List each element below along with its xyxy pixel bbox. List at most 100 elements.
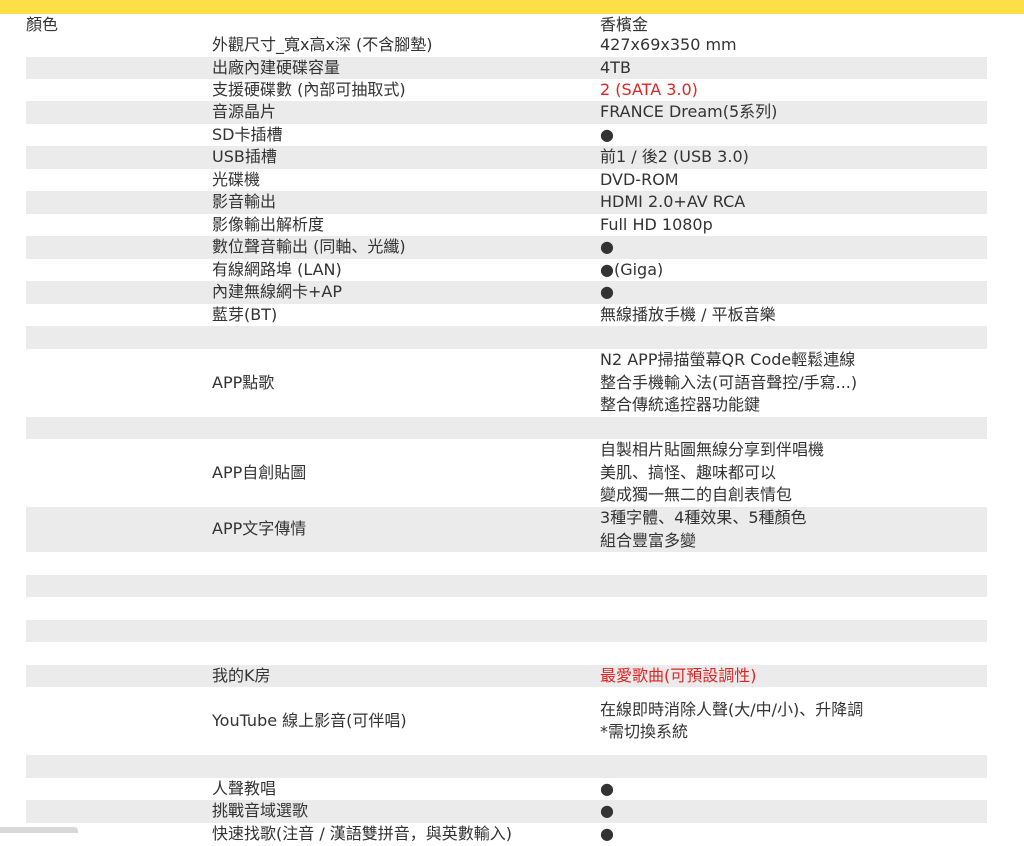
spec-name: USB插槽 <box>212 147 277 167</box>
spec-name: 出廠內建硬碟容量 <box>212 58 341 77</box>
spec-value-line: ● <box>600 779 614 798</box>
spec-value-line: ● <box>600 824 614 843</box>
spec-value: 427x69x350 mm <box>600 34 737 57</box>
spec-value-line: 427x69x350 mm <box>600 35 737 55</box>
spec-row: YouTube 線上影音(可伴唱) 在線即時消除人聲(大/中/小)、升降調 *需切換… <box>26 687 987 755</box>
spec-value-line: 組合豐富多變 <box>600 530 697 550</box>
spec-row: APP自創貼圖 自製相片貼圖無線分享到伴唱機 美肌、搞怪、趣味都可以 變成獨一無二的自… <box>26 439 987 507</box>
spec-name: 數位聲音輸出 (同軸、光纖) <box>212 237 406 257</box>
spec-name: 內建無線網卡+AP <box>212 282 343 302</box>
spec-row: 藍芽(BT) 無線播放手機 / 平板音樂 <box>26 304 987 326</box>
spec-name: 影音輸出 <box>212 192 277 212</box>
spec-value: 無線播放手機 / 平板音樂 <box>600 304 776 327</box>
spec-value-line: 2 (SATA 3.0) <box>600 80 698 99</box>
spec-value: ● <box>600 800 614 823</box>
spec-name: 人聲教唱 <box>212 779 277 798</box>
spec-row: USB插槽 前1 / 後2 (USB 3.0) <box>26 146 987 169</box>
spec-name: 支援硬碟數 (內部可抽取式) <box>212 80 406 99</box>
spec-value: 在線即時消除人聲(大/中/小)、升降調 *需切換系統 <box>600 699 863 744</box>
spec-row: 影音輸出 HDMI 2.0+AV RCA <box>26 191 987 214</box>
spec-value: 3種字體、4種效果、5種顏色 組合豐富多變 <box>600 507 807 552</box>
spec-value-line: *需切換系統 <box>600 722 689 741</box>
spec-name: 藍芽(BT) <box>212 305 278 324</box>
spec-name: 光碟機 <box>212 170 261 189</box>
spec-value-line: ●(Giga) <box>600 260 664 279</box>
spec-value-line: 美肌、搞怪、趣味都可以 <box>600 462 777 482</box>
spec-name: 影像輸出解析度 <box>212 215 325 234</box>
spec-value-line: 整合傳統遙控器功能鍵 <box>600 395 761 415</box>
spec-name: APP點歌 <box>212 372 275 392</box>
spec-row: 數位聲音輸出 (同軸、光纖) ● <box>26 236 987 259</box>
spec-value-line: 3種字體、4種效果、5種顏色 <box>600 508 807 527</box>
spec-value-line: 整合手機輸入法(可語音聲控/手寫...) <box>600 372 858 392</box>
spec-row: 有線網路埠 (LAN) ●(Giga) <box>26 259 987 281</box>
spec-name: 音源晶片 <box>212 102 277 122</box>
spec-value-line: ● <box>600 801 614 821</box>
spec-value: ●(Giga) <box>600 259 663 282</box>
spec-row: 音源晶片 FRANCE Dream(5系列) <box>26 101 987 124</box>
spec-row <box>26 642 987 665</box>
spec-value-line: FRANCE Dream(5系列) <box>600 102 778 122</box>
spec-row: 人聲教唱 ● <box>26 778 987 800</box>
spec-row: APP文字傳情 3種字體、4種效果、5種顏色 組合豐富多變 <box>26 507 987 552</box>
spec-value: N2 APP掃描螢幕QR Code輕鬆連線 整合手機輸入法(可語音聲控/手寫...… <box>600 349 857 417</box>
spec-value-line: DVD-ROM <box>600 170 679 189</box>
spec-name: APP自創貼圖 <box>212 462 307 482</box>
spec-value: DVD-ROM <box>600 169 679 192</box>
spec-row: 光碟機 DVD-ROM <box>26 169 987 191</box>
spec-value-line: N2 APP掃描螢幕QR Code輕鬆連線 <box>600 350 856 370</box>
spec-row: SD卡插槽 ● <box>26 124 987 146</box>
spec-row <box>26 620 987 642</box>
spec-value: FRANCE Dream(5系列) <box>600 101 777 124</box>
spec-value-line: 前1 / 後2 (USB 3.0) <box>600 147 749 167</box>
spec-value: ● <box>600 236 614 259</box>
spec-value: 最愛歌曲(可預設調性) <box>600 665 757 688</box>
spec-row: 出廠內建硬碟容量 4TB <box>26 57 987 79</box>
spec-row: 快速找歌(注音 / 漢語雙拼音，與英數輸入) ● <box>26 823 987 845</box>
spec-value-line: 無線播放手機 / 平板音樂 <box>600 305 776 324</box>
spec-value: 2 (SATA 3.0) <box>600 79 698 102</box>
spec-row: 顏色 香檳金 <box>26 14 987 34</box>
top-banner <box>0 0 1024 14</box>
spec-name: SD卡插槽 <box>212 125 283 144</box>
spec-value-line: Full HD 1080p <box>600 215 713 234</box>
spec-value: HDMI 2.0+AV RCA <box>600 191 745 214</box>
spec-value-line: ● <box>600 282 614 302</box>
spec-value: 自製相片貼圖無線分享到伴唱機 美肌、搞怪、趣味都可以 變成獨一無二的自創表情包 <box>600 439 824 507</box>
spec-name: 有線網路埠 (LAN) <box>212 260 342 279</box>
spec-row <box>26 755 987 778</box>
spec-value-line: 在線即時消除人聲(大/中/小)、升降調 <box>600 699 864 719</box>
spec-value: ● <box>600 823 614 846</box>
spec-name: 快速找歌(注音 / 漢語雙拼音，與英數輸入) <box>212 824 513 843</box>
spec-value-line: ● <box>600 125 614 144</box>
spec-value-line: 變成獨一無二的自創表情包 <box>600 485 793 505</box>
spec-row: 支援硬碟數 (內部可抽取式) 2 (SATA 3.0) <box>26 79 987 101</box>
spec-row: 內建無線網卡+AP ● <box>26 281 987 304</box>
spec-row: 挑戰音域選歌 ● <box>26 800 987 823</box>
spec-row <box>26 326 987 349</box>
spec-table: 顏色 香檳金 外觀尺寸_寬x高x深 (不含腳墊) 427x69x350 mm 出廠內建硬… <box>26 14 987 845</box>
spec-row <box>26 575 987 597</box>
value-cell-bg <box>600 14 987 34</box>
spec-value: 4TB <box>600 57 631 80</box>
spec-value: 前1 / 後2 (USB 3.0) <box>600 146 749 169</box>
horizontal-scrollbar[interactable] <box>0 827 78 833</box>
spec-value: ● <box>600 281 614 304</box>
spec-value-line: 最愛歌曲(可預設調性) <box>600 666 757 685</box>
spec-row <box>26 597 987 620</box>
spec-row: 外觀尺寸_寬x高x深 (不含腳墊) 427x69x350 mm <box>26 34 987 57</box>
spec-name: YouTube 線上影音(可伴唱) <box>212 710 407 730</box>
spec-row: APP點歌 N2 APP掃描螢幕QR Code輕鬆連線 整合手機輸入法(可語音聲控/… <box>26 349 987 417</box>
spec-row <box>26 417 987 439</box>
spec-value: ● <box>600 124 614 147</box>
spec-value-line: HDMI 2.0+AV RCA <box>600 192 746 212</box>
spec-row <box>26 552 987 575</box>
spec-row: 我的K房 最愛歌曲(可預設調性) <box>26 665 987 687</box>
spec-name: 我的K房 <box>212 666 271 685</box>
spec-row: 影像輸出解析度 Full HD 1080p <box>26 214 987 236</box>
spec-value: Full HD 1080p <box>600 214 713 237</box>
spec-value-line: 自製相片貼圖無線分享到伴唱機 <box>600 440 825 460</box>
spec-name: 外觀尺寸_寬x高x深 (不含腳墊) <box>212 35 433 55</box>
spec-value-line: 4TB <box>600 58 631 77</box>
spec-value: ● <box>600 778 614 801</box>
